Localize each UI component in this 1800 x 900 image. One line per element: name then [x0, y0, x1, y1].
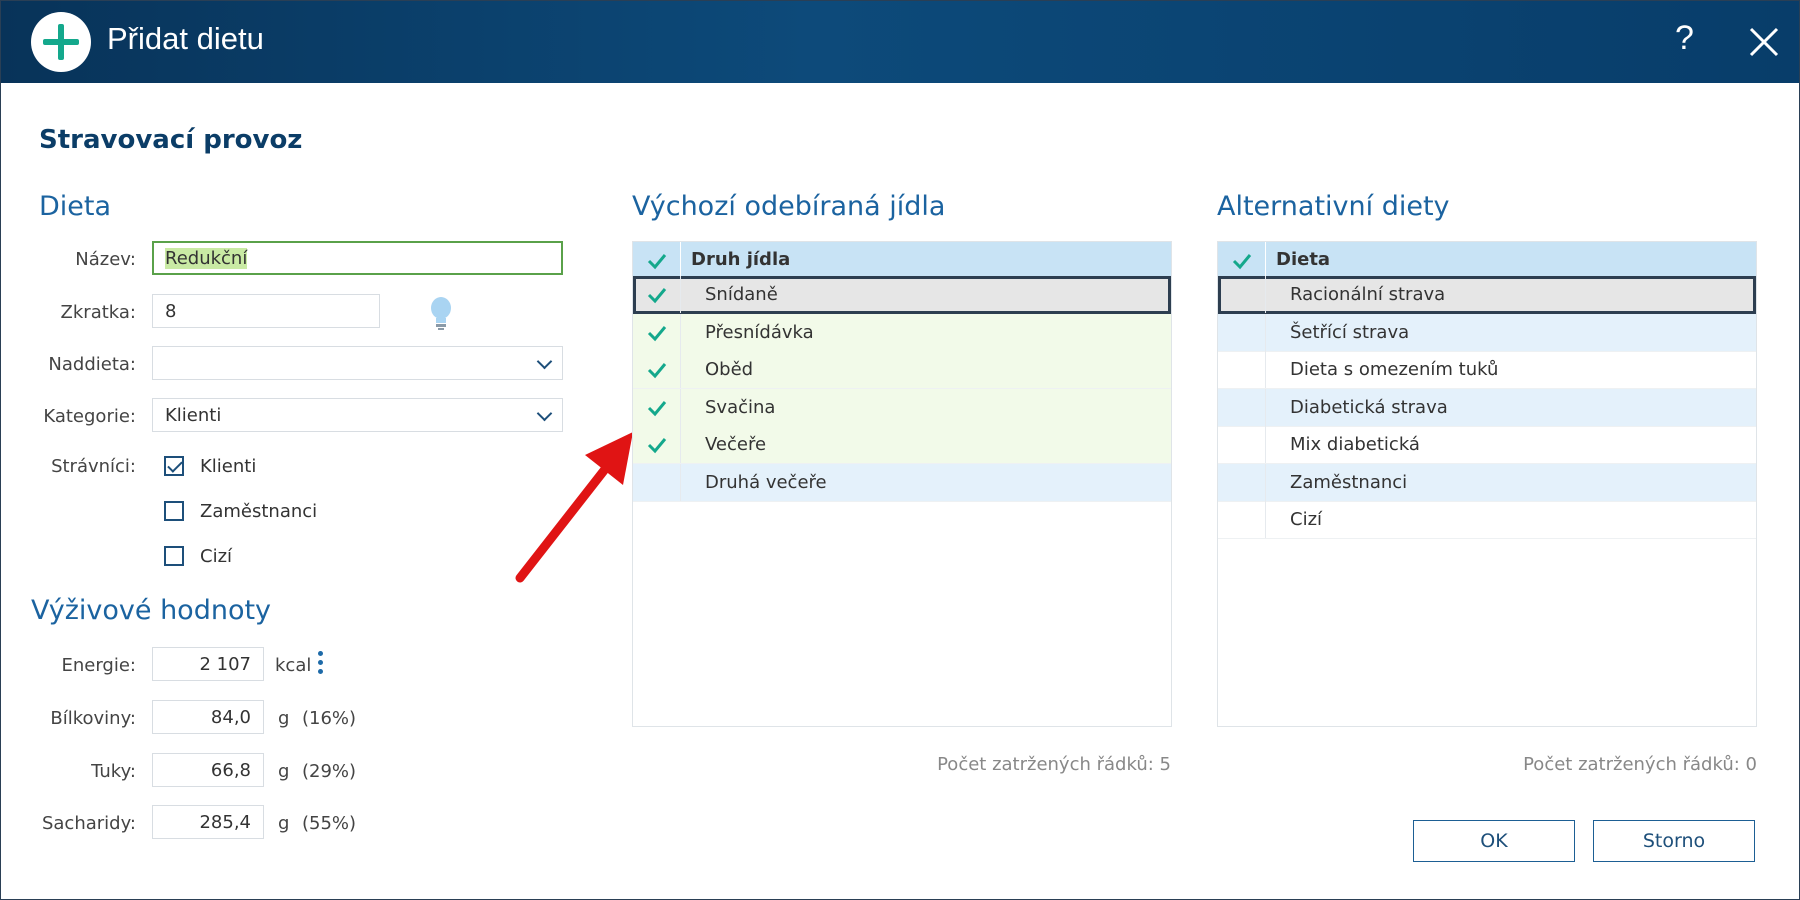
checkbox-klienti-label: Klienti	[200, 456, 257, 477]
table-row[interactable]: Oběd	[633, 351, 1171, 389]
lightbulb-icon[interactable]	[427, 295, 455, 331]
table-row[interactable]: Cizí	[1218, 501, 1756, 539]
jidla-table[interactable]: Druh jídla Snídaně Přesnídávka Oběd Svač…	[632, 241, 1172, 727]
sacharidy-input[interactable]: 285,4	[152, 805, 264, 839]
dialog-title: Přidat dietu	[107, 21, 264, 56]
check-icon	[647, 326, 667, 342]
row-label: Diabetická strava	[1290, 397, 1448, 418]
sacharidy-label: Sacharidy:	[41, 813, 136, 834]
vyzivove-heading: Výživové hodnoty	[31, 595, 272, 626]
bilkoviny-label: Bílkoviny:	[50, 708, 136, 729]
naddieta-select[interactable]	[152, 346, 563, 380]
table-row[interactable]: Mix diabetická	[1218, 426, 1756, 464]
row-label: Druhá večeře	[705, 472, 827, 493]
title-bar: Přidat dietu ?	[1, 1, 1799, 83]
more-vertical-icon[interactable]	[318, 651, 324, 677]
row-label: Cizí	[1290, 509, 1323, 530]
annotation-arrow	[515, 432, 633, 583]
row-label: Dieta s omezením tuků	[1290, 359, 1499, 380]
header-check-cell[interactable]	[1218, 242, 1266, 276]
energie-label: Energie:	[61, 655, 136, 676]
energie-value: 2 107	[199, 654, 251, 675]
table-row[interactable]: Zaměstnanci	[1218, 464, 1756, 502]
sacharidy-value: 285,4	[199, 812, 251, 833]
checkbox-klienti[interactable]	[164, 456, 184, 476]
alternativni-table-header: Dieta	[1218, 242, 1756, 276]
ok-button[interactable]: OK	[1413, 820, 1575, 862]
row-label: Mix diabetická	[1290, 434, 1420, 455]
bilkoviny-input[interactable]: 84,0	[152, 700, 264, 734]
zkratka-value: 8	[165, 301, 177, 322]
table-row[interactable]: Přesnídávka	[633, 314, 1171, 352]
nazev-input[interactable]: Redukční	[152, 241, 563, 275]
alternativni-column-header: Dieta	[1276, 249, 1331, 270]
sacharidy-unit: g	[278, 813, 290, 834]
row-label: Svačina	[705, 397, 776, 418]
stravnici-label: Strávníci:	[51, 456, 136, 477]
tuky-value: 66,8	[210, 760, 251, 781]
check-icon	[647, 401, 667, 417]
dialog-window: Přidat dietu ? Stravovací provoz Dieta N…	[0, 0, 1800, 900]
energie-input[interactable]: 2 107	[152, 647, 264, 681]
energie-unit: kcal	[275, 655, 312, 676]
help-button[interactable]: ?	[1675, 19, 1694, 58]
tuky-unit: g	[278, 761, 290, 782]
row-label: Snídaně	[705, 284, 778, 305]
table-row[interactable]: Večeře	[633, 426, 1171, 464]
sacharidy-pct: (55%)	[302, 813, 357, 834]
add-icon	[31, 12, 91, 72]
alternativni-count: Počet zatržených řádků: 0	[1523, 754, 1757, 775]
checkbox-cizi[interactable]	[164, 546, 184, 566]
storno-button[interactable]: Storno	[1593, 820, 1755, 862]
row-label: Zaměstnanci	[1290, 472, 1408, 493]
row-label: Večeře	[705, 434, 767, 455]
kategorie-label: Kategorie:	[43, 406, 136, 427]
header-check-cell[interactable]	[633, 242, 681, 276]
row-label: Oběd	[705, 359, 754, 380]
chevron-down-icon	[536, 353, 553, 370]
jidla-count: Počet zatržených řádků: 5	[937, 754, 1171, 775]
row-label: Přesnídávka	[705, 322, 814, 343]
table-row[interactable]: Racionální strava	[1218, 276, 1756, 314]
table-row[interactable]: Dieta s omezením tuků	[1218, 351, 1756, 389]
close-icon[interactable]	[1745, 23, 1783, 61]
jidla-table-header: Druh jídla	[633, 242, 1171, 276]
alternativni-table[interactable]: Dieta Racionální strava Šetřící strava D…	[1217, 241, 1757, 727]
table-row[interactable]: Snídaně	[633, 276, 1171, 314]
tuky-pct: (29%)	[302, 761, 357, 782]
check-icon	[647, 363, 667, 379]
table-row[interactable]: Šetřící strava	[1218, 314, 1756, 352]
dieta-heading: Dieta	[39, 191, 112, 222]
jidla-column-header: Druh jídla	[691, 249, 791, 270]
tuky-input[interactable]: 66,8	[152, 753, 264, 787]
naddieta-label: Naddieta:	[48, 354, 136, 375]
jidla-heading: Výchozí odebíraná jídla	[632, 191, 946, 222]
zkratka-label: Zkratka:	[60, 302, 136, 323]
check-icon	[647, 288, 667, 304]
table-row[interactable]: Druhá večeře	[633, 464, 1171, 502]
nazev-label: Název:	[75, 249, 136, 270]
chevron-down-icon	[536, 405, 553, 422]
check-icon	[1232, 254, 1252, 270]
row-label: Šetřící strava	[1290, 322, 1410, 343]
zkratka-input[interactable]: 8	[152, 294, 380, 328]
checkbox-zamestnanci-label: Zaměstnanci	[200, 501, 318, 522]
nazev-value: Redukční	[165, 248, 248, 269]
bilkoviny-pct: (16%)	[302, 708, 357, 729]
section-title: Stravovací provoz	[39, 125, 303, 155]
tuky-label: Tuky:	[91, 761, 136, 782]
bilkoviny-value: 84,0	[210, 707, 251, 728]
table-row[interactable]: Diabetická strava	[1218, 389, 1756, 427]
check-icon	[647, 254, 667, 270]
check-icon	[647, 438, 667, 454]
kategorie-value: Klienti	[165, 405, 222, 426]
alternativni-heading: Alternativní diety	[1217, 191, 1450, 222]
bilkoviny-unit: g	[278, 708, 290, 729]
checkbox-cizi-label: Cizí	[200, 546, 233, 567]
row-label: Racionální strava	[1290, 284, 1446, 305]
table-row[interactable]: Svačina	[633, 389, 1171, 427]
checkbox-zamestnanci[interactable]	[164, 501, 184, 521]
